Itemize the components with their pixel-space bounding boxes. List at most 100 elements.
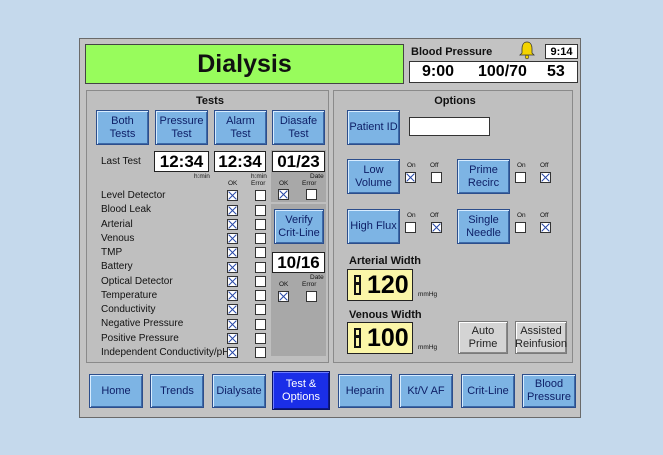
prime-recirc-off-checkbox[interactable] (540, 172, 551, 183)
list-item: Battery (101, 261, 133, 272)
critline-error-label: Error (302, 281, 317, 288)
on-label: On (407, 162, 416, 169)
list-item: Positive Pressure (101, 333, 179, 344)
slider-handle-icon (354, 328, 361, 348)
screen-title: Dialysis (85, 44, 404, 84)
list-item: TMP (101, 247, 123, 258)
ok-checkbox (227, 219, 238, 230)
venous-width-label: Venous Width (349, 309, 422, 321)
list-item: Independent Conductivity/pH (101, 347, 230, 358)
nav-test-options[interactable]: Test & Options (272, 371, 330, 410)
single-needle-on-checkbox[interactable] (515, 222, 526, 233)
low-volume-button[interactable]: Low Volume (347, 159, 400, 194)
ok-checkbox (227, 262, 238, 273)
pressure-test-button[interactable]: Pressure Test (155, 110, 208, 145)
critline-date: 10/16 (272, 252, 325, 273)
list-item: Temperature (101, 290, 158, 301)
list-item: Venous (101, 233, 135, 244)
arterial-width-value: 120 (367, 270, 409, 299)
options-title: Options (434, 95, 476, 107)
single-needle-off-checkbox[interactable] (540, 222, 551, 233)
ok-checkbox (227, 190, 238, 201)
nav-crit-line[interactable]: Crit-Line (461, 374, 515, 408)
last-test-label: Last Test (101, 156, 141, 167)
ok-checkbox (227, 304, 238, 315)
nav-heparin[interactable]: Heparin (338, 374, 392, 408)
error-checkbox (255, 276, 266, 287)
arterial-unit: mmHg (418, 291, 438, 298)
critline-ok-checkbox (278, 291, 289, 302)
diasafe-test-button[interactable]: Diasafe Test (272, 110, 325, 145)
auto-prime-button[interactable]: Auto Prime (458, 321, 508, 354)
error-checkbox (255, 219, 266, 230)
venous-width-control[interactable]: 100 (347, 322, 413, 354)
error-checkbox (255, 319, 266, 330)
nav-trends[interactable]: Trends (150, 374, 204, 408)
items-ok-header: OK (228, 180, 238, 187)
error-checkbox (255, 333, 266, 344)
diasafe-date: 01/23 (272, 151, 325, 172)
prime-recirc-on-checkbox[interactable] (515, 172, 526, 183)
error-checkbox (255, 290, 266, 301)
list-item: Level Detector (101, 190, 166, 201)
error-checkbox (255, 304, 266, 315)
on-label: On (517, 162, 526, 169)
error-checkbox (255, 190, 266, 201)
list-item: Negative Pressure (101, 318, 184, 329)
blood-pressure-label: Blood Pressure (411, 46, 493, 58)
list-item: Blood Leak (101, 204, 152, 215)
both-tests-button[interactable]: Both Tests (96, 110, 149, 145)
error-checkbox (255, 205, 266, 216)
assisted-reinfusion-button[interactable]: Assisted Reinfusion (515, 321, 567, 354)
alarm-test-button[interactable]: Alarm Test (214, 110, 267, 145)
on-label: On (407, 212, 416, 219)
ok-checkbox (227, 247, 238, 258)
high-flux-off-checkbox[interactable] (431, 222, 442, 233)
alarm-bell-icon[interactable] (517, 40, 537, 60)
on-label: On (517, 212, 526, 219)
diasafe-ok-label: OK (279, 180, 289, 187)
list-item: Arterial (101, 219, 133, 230)
list-item: Conductivity (101, 304, 156, 315)
off-label: Off (540, 212, 549, 219)
verify-critline-button[interactable]: Verify Crit-Line (274, 209, 324, 244)
ok-checkbox (227, 319, 238, 330)
nav-blood-pressure[interactable]: Blood Pressure (522, 374, 576, 408)
error-checkbox (255, 262, 266, 273)
patient-id-button[interactable]: Patient ID (347, 110, 400, 145)
bp-value: 100/70 (478, 63, 527, 80)
clock-display: 9:14 (545, 44, 578, 59)
arterial-width-control[interactable]: 120 (347, 269, 413, 301)
slider-handle-icon (354, 275, 361, 295)
items-error-header: Error (251, 180, 266, 187)
patient-id-field[interactable] (409, 117, 490, 136)
ok-checkbox (227, 276, 238, 287)
diasafe-error-label: Error (302, 180, 317, 187)
low-volume-on-checkbox[interactable] (405, 172, 416, 183)
nav-dialysate[interactable]: Dialysate (212, 374, 266, 408)
ok-checkbox (227, 233, 238, 244)
venous-unit: mmHg (418, 344, 438, 351)
venous-width-value: 100 (367, 323, 409, 352)
nav-home[interactable]: Home (89, 374, 143, 408)
prime-recirc-button[interactable]: Prime Recirc (457, 159, 510, 194)
arterial-width-label: Arterial Width (349, 255, 422, 267)
off-label: Off (430, 212, 439, 219)
low-volume-off-checkbox[interactable] (431, 172, 442, 183)
critline-error-checkbox (306, 291, 317, 302)
nav-ktv-af[interactable]: Kt/V AF (399, 374, 453, 408)
blood-pressure-readout[interactable]: 9:00 100/70 53 (409, 61, 578, 83)
last-test-time-alarm: 12:34 (214, 151, 266, 172)
single-needle-button[interactable]: Single Needle (457, 209, 510, 244)
bp-time: 9:00 (422, 63, 455, 80)
ok-checkbox (227, 205, 238, 216)
ok-checkbox (227, 290, 238, 301)
ok-checkbox (227, 333, 238, 344)
high-flux-on-checkbox[interactable] (405, 222, 416, 233)
high-flux-button[interactable]: High Flux (347, 209, 400, 244)
list-item: Optical Detector (101, 276, 173, 287)
off-label: Off (430, 162, 439, 169)
time-unit: h:min (194, 173, 210, 180)
error-checkbox (255, 247, 266, 258)
off-label: Off (540, 162, 549, 169)
